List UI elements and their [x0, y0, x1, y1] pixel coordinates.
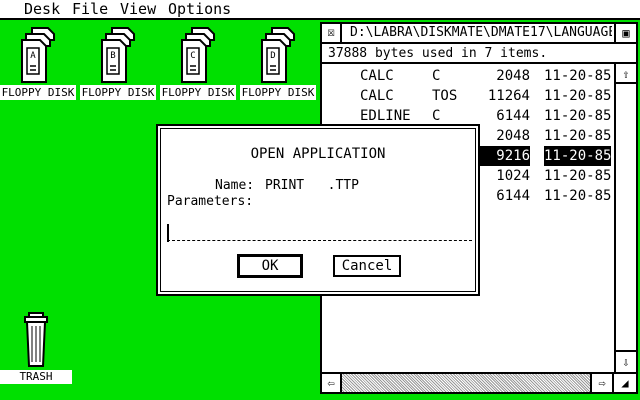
close-box-icon[interactable]: ☒	[322, 24, 342, 42]
dialog-title: OPEN APPLICATION	[250, 146, 386, 162]
scroll-right-arrow-icon[interactable]: ⇨	[590, 374, 614, 392]
horizontal-scroll-track[interactable]	[342, 374, 590, 392]
trash-label: TRASH	[0, 370, 72, 384]
name-value: PRINT .TTP	[265, 178, 359, 193]
floppy-drive-icon: D	[261, 27, 295, 83]
floppy-drive-icon: A	[21, 27, 55, 83]
vertical-scrollbar[interactable]: ⇧ ⇩	[614, 64, 636, 372]
drive-letter: C	[190, 51, 195, 61]
cancel-button[interactable]: Cancel	[333, 255, 401, 277]
ok-button[interactable]: OK	[237, 254, 303, 278]
scroll-up-arrow-icon[interactable]: ⇧	[616, 64, 636, 84]
file-ext: TOS	[432, 88, 458, 104]
drive-letter: B	[110, 51, 115, 61]
floppy-disk-d[interactable]: D FLOPPY DISK	[240, 24, 316, 102]
file-size: 6144	[496, 108, 530, 124]
open-application-dialog: OPEN APPLICATION Name: PRINT .TTP Parame…	[156, 124, 480, 296]
file-size: 6144	[496, 188, 530, 204]
floppy-disk-label: FLOPPY DISK	[80, 85, 156, 100]
floppy-disk-c[interactable]: C FLOPPY DISK	[160, 24, 236, 102]
menu-options[interactable]: Options	[164, 0, 235, 18]
floppy-disk-label: FLOPPY DISK	[240, 85, 316, 100]
file-date: 11-20-85	[544, 68, 612, 84]
file-date: 11-20-85	[544, 168, 612, 184]
drive-letter: A	[30, 51, 36, 61]
file-name: CALC	[360, 68, 394, 84]
file-date: 11-20-85	[544, 146, 612, 166]
trash-can[interactable]: TRASH	[0, 312, 74, 386]
parameters-label: Parameters:	[167, 194, 254, 209]
floppy-disk-label: FLOPPY DISK	[0, 85, 76, 100]
trash-icon	[24, 312, 48, 367]
full-box-icon[interactable]: ▣	[614, 24, 636, 42]
scroll-down-arrow-icon[interactable]: ⇩	[616, 350, 636, 370]
window-info-line: 37888 bytes used in 7 items.	[322, 44, 636, 64]
menu-file[interactable]: File	[68, 0, 112, 18]
menu-bar: Desk File View Options	[0, 0, 640, 20]
file-size: 9216	[480, 146, 530, 166]
file-date: 11-20-85	[544, 108, 612, 124]
floppy-disk-label: FLOPPY DISK	[160, 85, 236, 100]
horizontal-scrollbar[interactable]: ⇦ ⇨ ◢	[322, 372, 636, 392]
file-row[interactable]: CALC TOS 11264 11-20-85	[322, 86, 614, 106]
floppy-disk-a[interactable]: A FLOPPY DISK	[0, 24, 76, 102]
file-date: 11-20-85	[544, 188, 612, 204]
parameters-input[interactable]	[167, 224, 472, 242]
window-path: D:\LABRA\DISKMATE\DMATE17\LANGUAGE\	[350, 25, 612, 40]
file-size: 1024	[496, 168, 530, 184]
file-size: 11264	[487, 88, 530, 104]
name-label: Name:	[215, 178, 255, 193]
floppy-drive-icon: C	[181, 27, 215, 83]
window-titlebar[interactable]: ☒ D:\LABRA\DISKMATE\DMATE17\LANGUAGE\ ▣	[322, 24, 636, 44]
file-name: CALC	[360, 88, 394, 104]
floppy-disk-b[interactable]: B FLOPPY DISK	[80, 24, 156, 102]
file-size: 2048	[496, 68, 530, 84]
file-size: 2048	[496, 128, 530, 144]
file-name: EDLINE	[360, 108, 411, 124]
file-date: 11-20-85	[544, 128, 612, 144]
drive-letter: D	[270, 51, 275, 61]
menu-view[interactable]: View	[116, 0, 160, 18]
floppy-drive-icon: B	[101, 27, 135, 83]
resize-box-icon[interactable]: ◢	[614, 374, 636, 392]
file-ext: C	[432, 68, 441, 84]
menu-desk[interactable]: Desk	[20, 0, 64, 18]
file-row[interactable]: CALC C 2048 11-20-85	[322, 66, 614, 86]
file-row[interactable]: EDLINE C 6144 11-20-85	[322, 106, 614, 126]
scroll-left-arrow-icon[interactable]: ⇦	[322, 374, 342, 392]
file-date: 11-20-85	[544, 88, 612, 104]
file-ext: C	[432, 108, 441, 124]
